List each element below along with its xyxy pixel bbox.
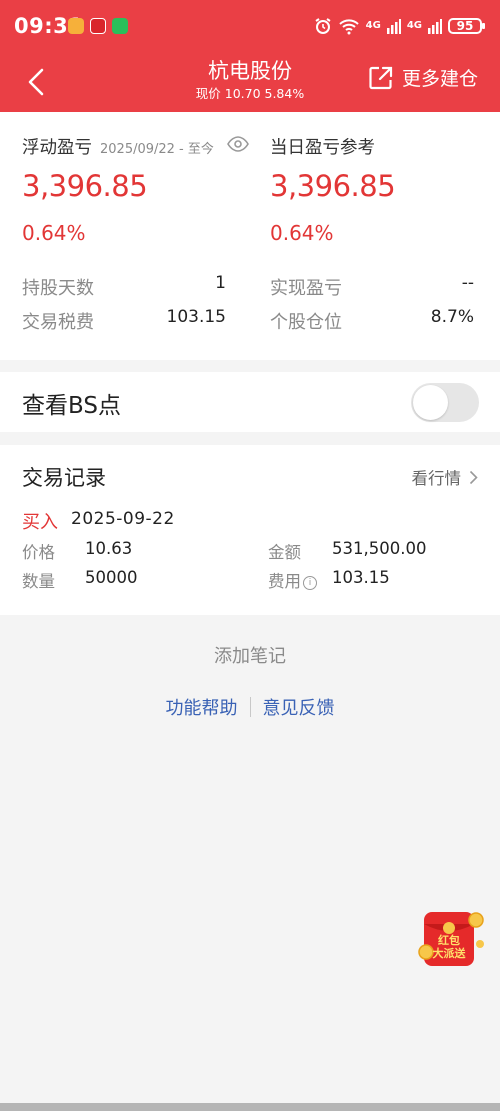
current-price: 现价 10.70 5.84% <box>195 86 305 101</box>
holding-days-value: 1 <box>215 273 226 293</box>
notification-app-icon <box>68 18 84 34</box>
signal-1-icon <box>386 19 401 34</box>
more-position-label: 更多建仓 <box>401 68 478 90</box>
daily-pl-label: 当日盈亏参考 <box>270 138 375 158</box>
more-position-button[interactable]: 更多建仓 <box>368 64 478 91</box>
position-ratio-value: 8.7% <box>430 307 474 327</box>
battery-icon: 95 <box>448 18 485 34</box>
red-packet-promo[interactable]: 红包 大派送 <box>418 906 486 970</box>
toggle-knob <box>413 385 448 420</box>
wechat-icon <box>112 18 128 34</box>
trade-records-title: 交易记录 <box>22 466 106 490</box>
red-packet-line2: 大派送 <box>432 947 466 960</box>
price-label: 价格 <box>22 543 55 562</box>
quantity-label: 数量 <box>22 572 55 591</box>
status-bar: 09:31 4G 4G 95 <box>0 0 500 52</box>
floating-pl-label: 浮动盈亏 2025/09/22 - 至今 <box>22 134 214 159</box>
signal-2-icon <box>428 19 442 34</box>
fee-value: 103.15 <box>332 568 390 587</box>
link-divider <box>249 697 251 717</box>
view-market-link[interactable]: 看行情 <box>412 465 479 489</box>
stock-title-block: 杭电股份 现价 10.70 5.84% <box>150 58 350 102</box>
app-header: 09:31 4G 4G 95 杭电股份 现价 10.70 5.84% 更多建仓 <box>0 0 500 112</box>
daily-pl-pct: 0.64% <box>270 221 334 245</box>
add-note-button[interactable]: 添加笔记 <box>0 642 500 668</box>
realized-pl-label: 实现盈亏 <box>270 278 342 299</box>
notification-stock-icon <box>90 18 106 34</box>
daily-pl-value: 3,396.85 <box>270 169 396 203</box>
trade-records-card: 交易记录 看行情 买入 2025-09-22 价格 10.63 金额 531,5… <box>0 445 500 615</box>
floating-pl-title: 浮动盈亏 <box>22 138 92 158</box>
wifi-icon <box>338 19 359 35</box>
gesture-bar <box>0 1103 500 1111</box>
bs-points-label: 查看BS点 <box>22 393 121 419</box>
view-market-label: 看行情 <box>411 469 462 488</box>
eye-icon[interactable] <box>227 136 249 152</box>
price-value: 10.63 <box>85 539 133 558</box>
back-arrow-icon[interactable] <box>24 64 50 100</box>
floating-pl-pct: 0.64% <box>22 221 86 245</box>
footer-links: 功能帮助 意见反馈 <box>0 694 500 720</box>
profit-loss-card: 浮动盈亏 2025/09/22 - 至今 当日盈亏参考 3,396.85 3,39… <box>0 112 500 360</box>
signal-1-label: 4G <box>365 20 381 31</box>
quantity-value: 50000 <box>85 568 138 587</box>
trade-date: 2025-09-22 <box>71 509 175 529</box>
external-link-icon <box>369 66 393 89</box>
page-title: 杭电股份 <box>208 59 292 83</box>
help-link[interactable]: 功能帮助 <box>166 694 238 720</box>
date-range: 2025/09/22 - 至今 <box>100 142 214 157</box>
fee-label: 费用 i <box>268 568 317 592</box>
signal-2-label: 4G <box>406 20 422 31</box>
holding-days-label: 持股天数 <box>22 278 94 299</box>
amount-value: 531,500.00 <box>332 539 427 558</box>
trade-side: 买入 <box>22 512 58 533</box>
feedback-link[interactable]: 意见反馈 <box>263 694 335 720</box>
trade-tax-value: 103.15 <box>166 307 226 327</box>
amount-label: 金额 <box>268 543 301 562</box>
info-icon[interactable]: i <box>303 575 317 590</box>
chevron-right-icon <box>469 470 478 484</box>
floating-pl-value: 3,396.85 <box>22 169 148 203</box>
fee-label-text: 费用 <box>268 572 301 591</box>
position-ratio-label: 个股仓位 <box>270 312 342 333</box>
bs-points-toggle[interactable] <box>411 383 479 422</box>
alarm-icon <box>315 18 331 34</box>
trade-tax-label: 交易税费 <box>22 312 94 333</box>
realized-pl-value: -- <box>461 273 474 293</box>
